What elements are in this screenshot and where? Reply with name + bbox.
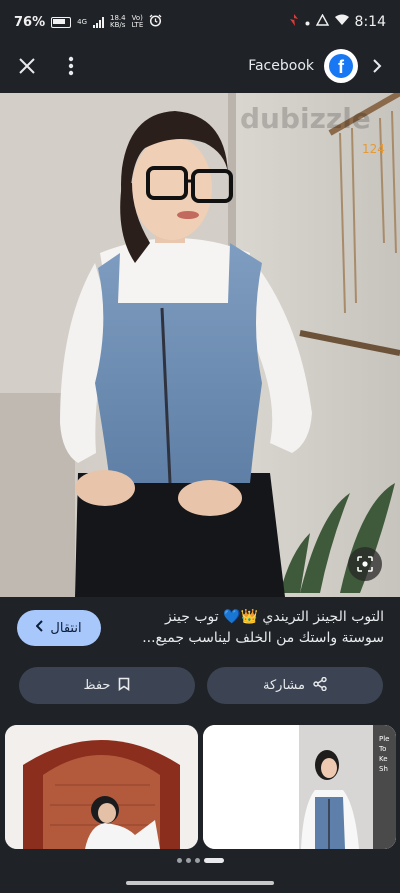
related-image-2[interactable]: Ple To Ke Sh xyxy=(203,725,396,849)
network-type: 4G xyxy=(77,17,88,26)
visit-label: انتقال xyxy=(50,620,82,636)
facebook-letter: f xyxy=(329,54,353,78)
source-name[interactable]: Facebook xyxy=(248,58,314,74)
status-left: 76% 4G 18.4 KB/s Vo) LTE xyxy=(14,14,162,31)
clock: 8:14 xyxy=(354,14,386,30)
close-icon[interactable] xyxy=(18,57,36,75)
thumb-caption-line-3: Ke xyxy=(379,755,388,763)
result-title[interactable]: التوب الجينز التريندي 👑💙 توب جينز سوستة … xyxy=(112,607,384,649)
bookmark-icon xyxy=(118,677,130,695)
related-images: Ple To Ke Sh xyxy=(0,725,400,849)
facebook-logo-icon[interactable]: f xyxy=(324,49,358,83)
pagination-dots xyxy=(0,853,400,867)
sync-icon xyxy=(315,13,329,31)
visit-button[interactable]: انتقال xyxy=(17,610,101,646)
watermark: dubizzle xyxy=(240,102,371,135)
page-dot xyxy=(185,857,191,863)
network-speed: 18.4 KB/s xyxy=(110,15,126,29)
page-dot xyxy=(194,857,200,863)
signal-icon xyxy=(93,16,105,28)
lens-search-icon[interactable] xyxy=(348,547,382,581)
related-image-1[interactable] xyxy=(5,725,198,849)
network-label: 4G xyxy=(77,17,88,26)
related-image-2-photo: Ple To Ke Sh xyxy=(203,725,396,849)
result-info: انتقال التوب الجينز التريندي 👑💙 توب جينز… xyxy=(0,597,400,737)
thumb-caption-line-4: Sh xyxy=(379,765,388,773)
notification-icon xyxy=(289,14,299,30)
share-button[interactable]: مشاركة xyxy=(207,667,383,704)
volte-indicator: Vo) LTE xyxy=(132,15,144,29)
hero-image[interactable]: 124 dubizzle xyxy=(0,93,400,597)
wifi-icon xyxy=(334,14,349,30)
alarm-icon xyxy=(149,14,162,31)
share-icon xyxy=(313,676,327,695)
dot-indicator xyxy=(305,15,310,30)
title-line-1: التوب الجينز التريندي 👑💙 توب جينز xyxy=(165,609,384,625)
page-dot xyxy=(176,857,182,863)
status-bar: 76% 4G 18.4 KB/s Vo) LTE 8:14 xyxy=(0,0,400,44)
status-right: 8:14 xyxy=(289,13,386,31)
chevron-left-icon xyxy=(36,620,44,636)
thumb-caption-line-1: Ple xyxy=(379,735,389,743)
more-options-icon[interactable] xyxy=(68,56,74,76)
volte-bottom: LTE xyxy=(131,21,144,29)
share-label: مشاركة xyxy=(263,678,305,693)
chevron-right-icon[interactable] xyxy=(372,58,382,74)
top-bar: Facebook f xyxy=(0,44,400,88)
wall-text: 124 xyxy=(362,142,385,156)
battery-icon xyxy=(51,16,72,28)
save-button[interactable]: حفظ xyxy=(19,667,195,704)
home-indicator[interactable] xyxy=(126,881,274,885)
related-image-1-photo xyxy=(5,725,198,849)
speed-unit: KB/s xyxy=(110,21,126,29)
page-dot-active xyxy=(203,857,224,863)
title-line-2: سوستة واستك من الخلف ليناسب جميع... xyxy=(142,630,384,646)
thumb-caption-line-2: To xyxy=(378,745,386,753)
battery-percent: 76% xyxy=(14,14,46,30)
save-label: حفظ xyxy=(83,678,111,693)
hero-photo: 124 dubizzle xyxy=(0,93,400,597)
